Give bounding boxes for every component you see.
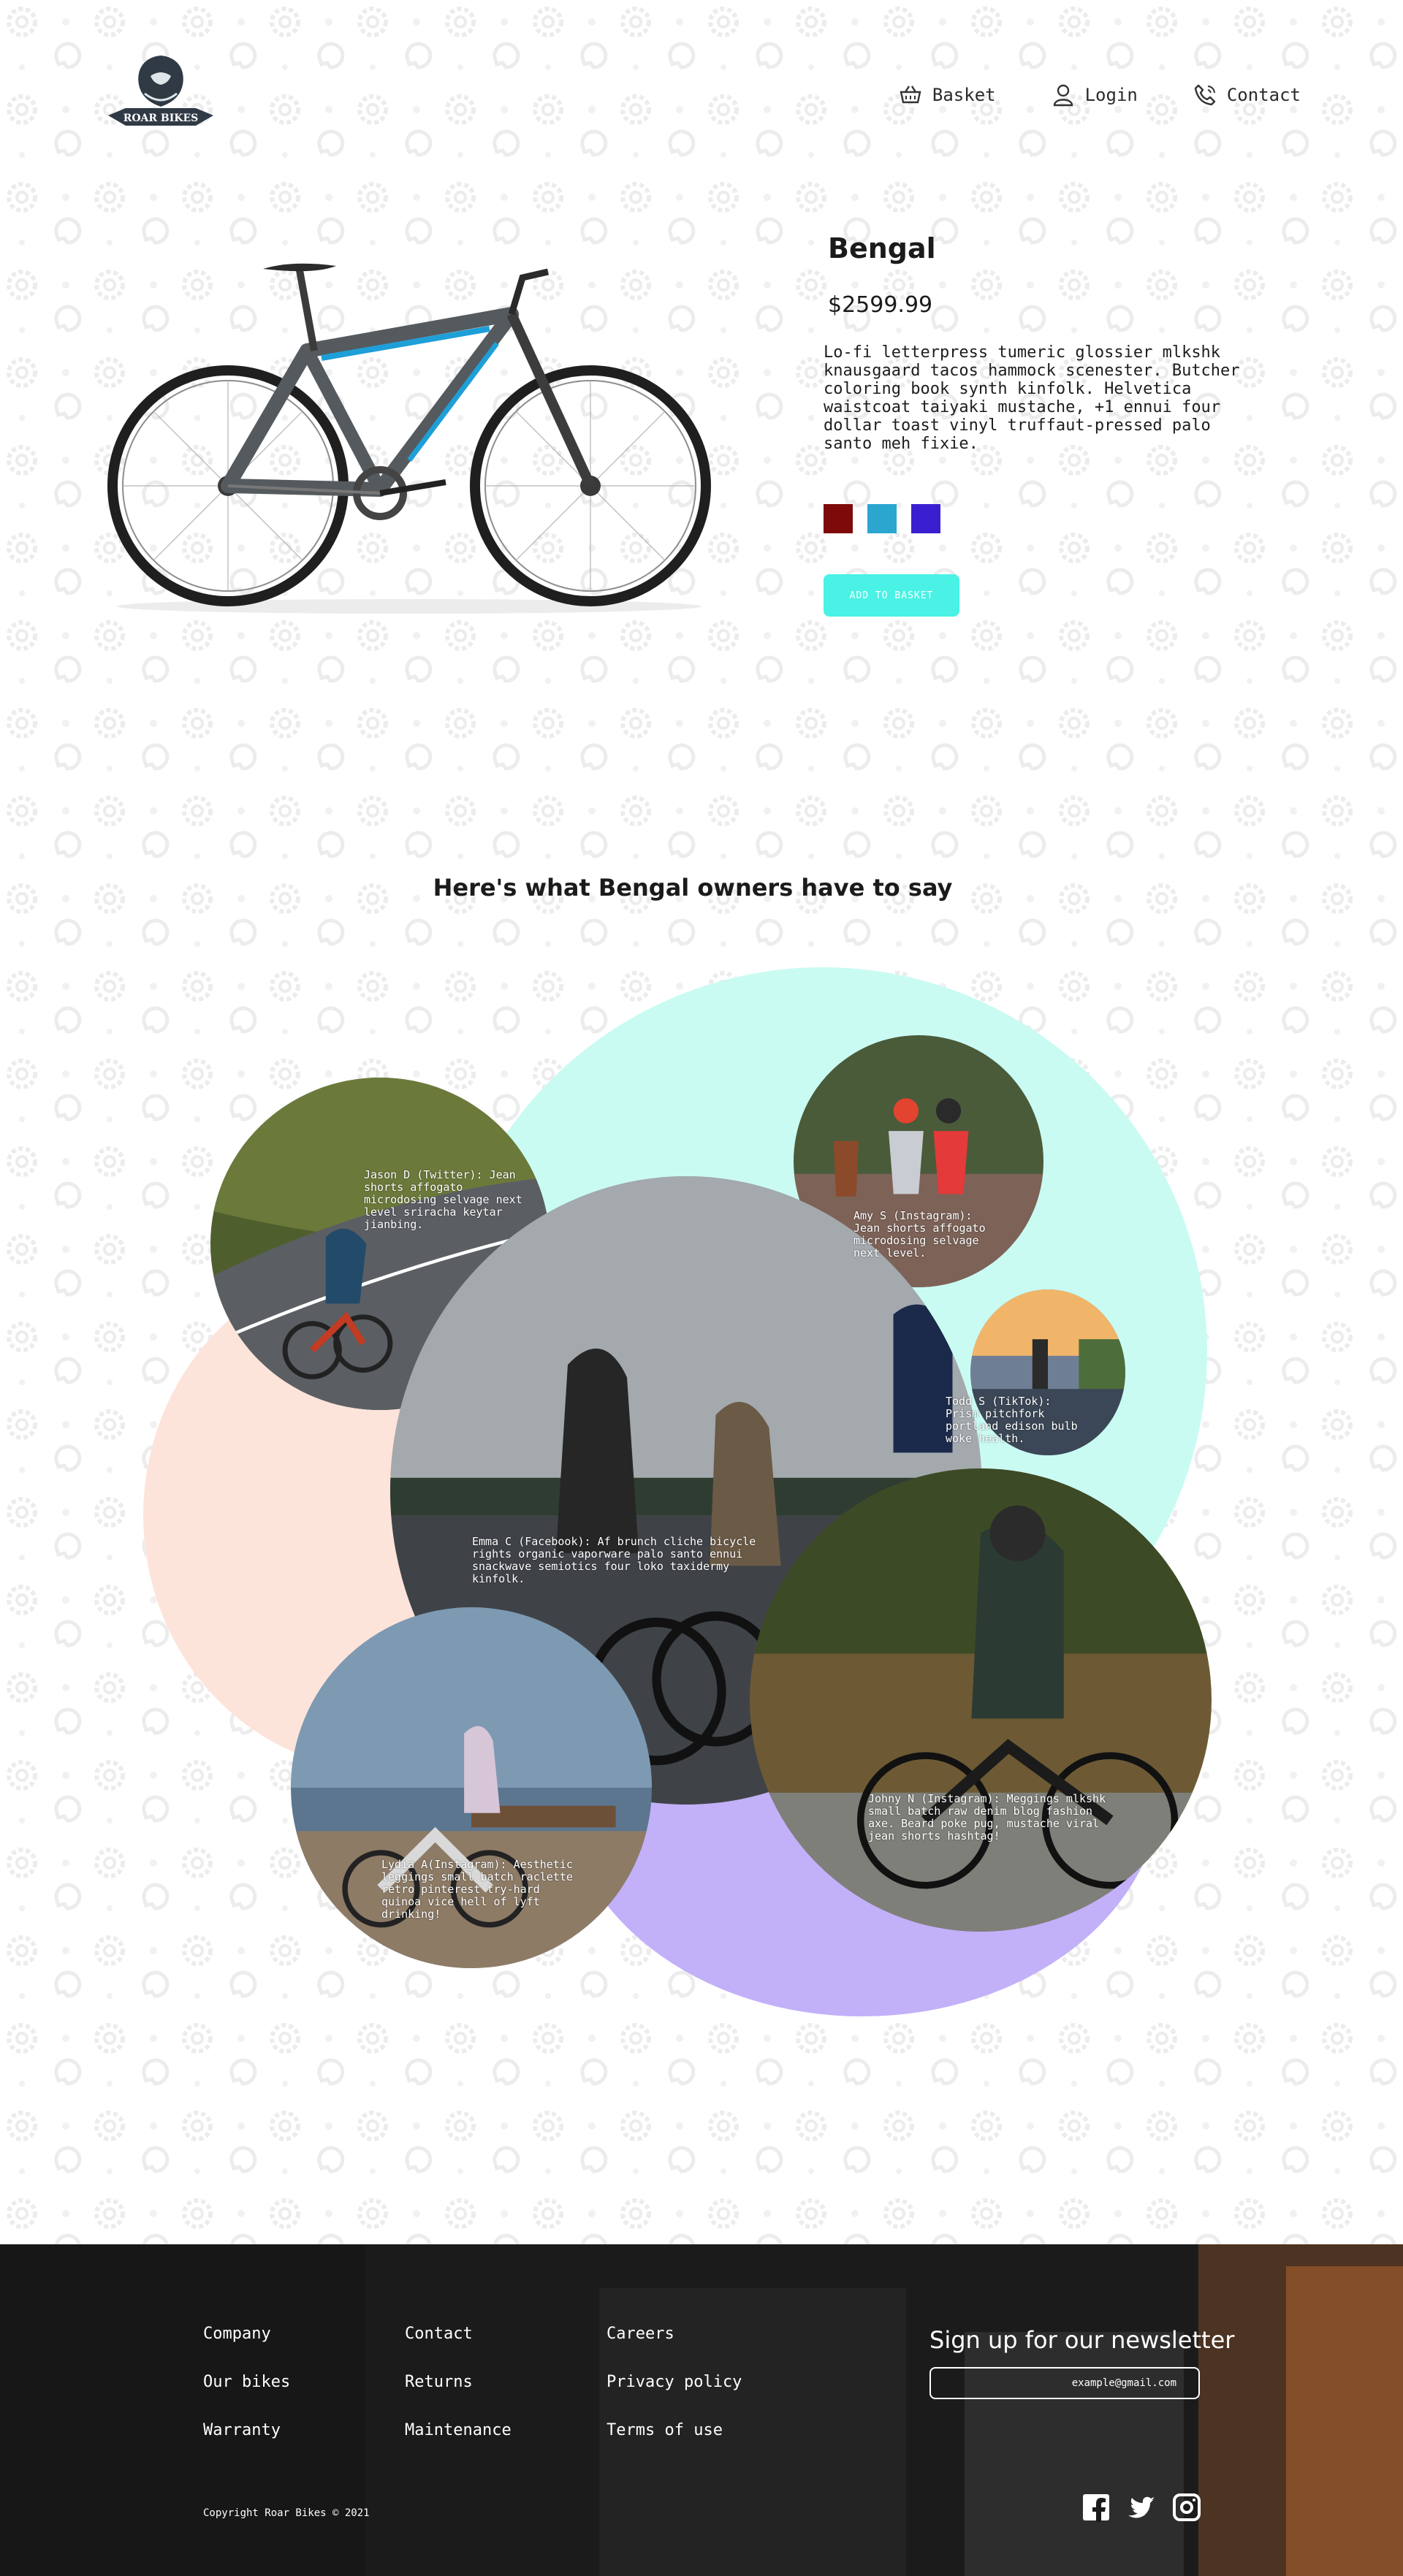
- footer-link-warranty[interactable]: Warranty: [203, 2421, 290, 2439]
- footer-column-2: Contact Returns Maintenance: [405, 2325, 512, 2439]
- swatch-purple[interactable]: [911, 504, 940, 533]
- testimonial-1: Jason D (Twitter): Jean shorts affogato …: [364, 1168, 522, 1231]
- testimonials-heading: Here's what Bengal owners have to say: [433, 874, 953, 902]
- logo-text: ROAR BIKES: [123, 113, 199, 124]
- footer-link-terms[interactable]: Terms of use: [607, 2421, 742, 2439]
- footer-column-3: Careers Privacy policy Terms of use: [607, 2325, 742, 2439]
- testimonial-3: Todd S (TikTok): Prism pitchfork portlan…: [946, 1395, 1078, 1445]
- twitter-icon[interactable]: [1127, 2493, 1156, 2522]
- product-title: Bengal: [828, 232, 936, 264]
- roar-bikes-logo[interactable]: ROAR BIKES: [102, 51, 219, 139]
- product-description: Lo-fi letterpress tumeric glossier mlksh…: [824, 343, 1240, 453]
- newsletter-email-input[interactable]: [929, 2367, 1200, 2399]
- swatch-red[interactable]: [824, 504, 853, 533]
- social-links: [1081, 2493, 1201, 2522]
- footer-column-1: Company Our bikes Warranty: [203, 2325, 290, 2439]
- testimonial-5: Lydia A(Instagram): Aesthetic leggings s…: [381, 1858, 573, 1921]
- product-price: $2599.99: [828, 292, 933, 318]
- footer: Company Our bikes Warranty Contact Retur…: [0, 2244, 1403, 2576]
- photo-cyclist-forest: [750, 1468, 1212, 1932]
- swatch-blue[interactable]: [867, 504, 897, 533]
- footer-link-returns[interactable]: Returns: [405, 2373, 512, 2391]
- nav-contact[interactable]: Contact: [1192, 82, 1301, 108]
- phone-icon: [1192, 82, 1218, 108]
- main-nav: Basket Login Contact: [897, 82, 1301, 108]
- nav-contact-label: Contact: [1226, 85, 1301, 105]
- basket-icon: [897, 82, 924, 108]
- nav-login[interactable]: Login: [1050, 82, 1138, 108]
- add-to-basket-button[interactable]: ADD TO BASKET: [824, 574, 959, 617]
- instagram-icon[interactable]: [1172, 2493, 1201, 2522]
- footer-link-contact[interactable]: Contact: [405, 2325, 512, 2343]
- newsletter-title: Sign up for our newsletter: [929, 2326, 1235, 2354]
- color-swatches: [824, 504, 940, 533]
- testimonial-4: Emma C (Facebook): Af brunch cliche bicy…: [472, 1535, 756, 1585]
- user-icon: [1050, 82, 1076, 108]
- nav-basket[interactable]: Basket: [897, 82, 996, 108]
- testimonial-2: Amy S (Instagram): Jean shorts affogato …: [853, 1209, 986, 1260]
- footer-link-company[interactable]: Company: [203, 2325, 290, 2343]
- testimonial-6: Johny N (Instagram): Meggings mlkshk sma…: [868, 1792, 1106, 1843]
- facebook-icon[interactable]: [1081, 2493, 1111, 2522]
- footer-link-maintenance[interactable]: Maintenance: [405, 2421, 512, 2439]
- product-image: [102, 241, 716, 621]
- nav-basket-label: Basket: [932, 85, 996, 105]
- footer-link-careers[interactable]: Careers: [607, 2325, 742, 2343]
- footer-link-privacy[interactable]: Privacy policy: [607, 2373, 742, 2391]
- footer-link-our-bikes[interactable]: Our bikes: [203, 2373, 290, 2391]
- nav-login-label: Login: [1084, 85, 1138, 105]
- copyright: Copyright Roar Bikes © 2021: [203, 2507, 370, 2519]
